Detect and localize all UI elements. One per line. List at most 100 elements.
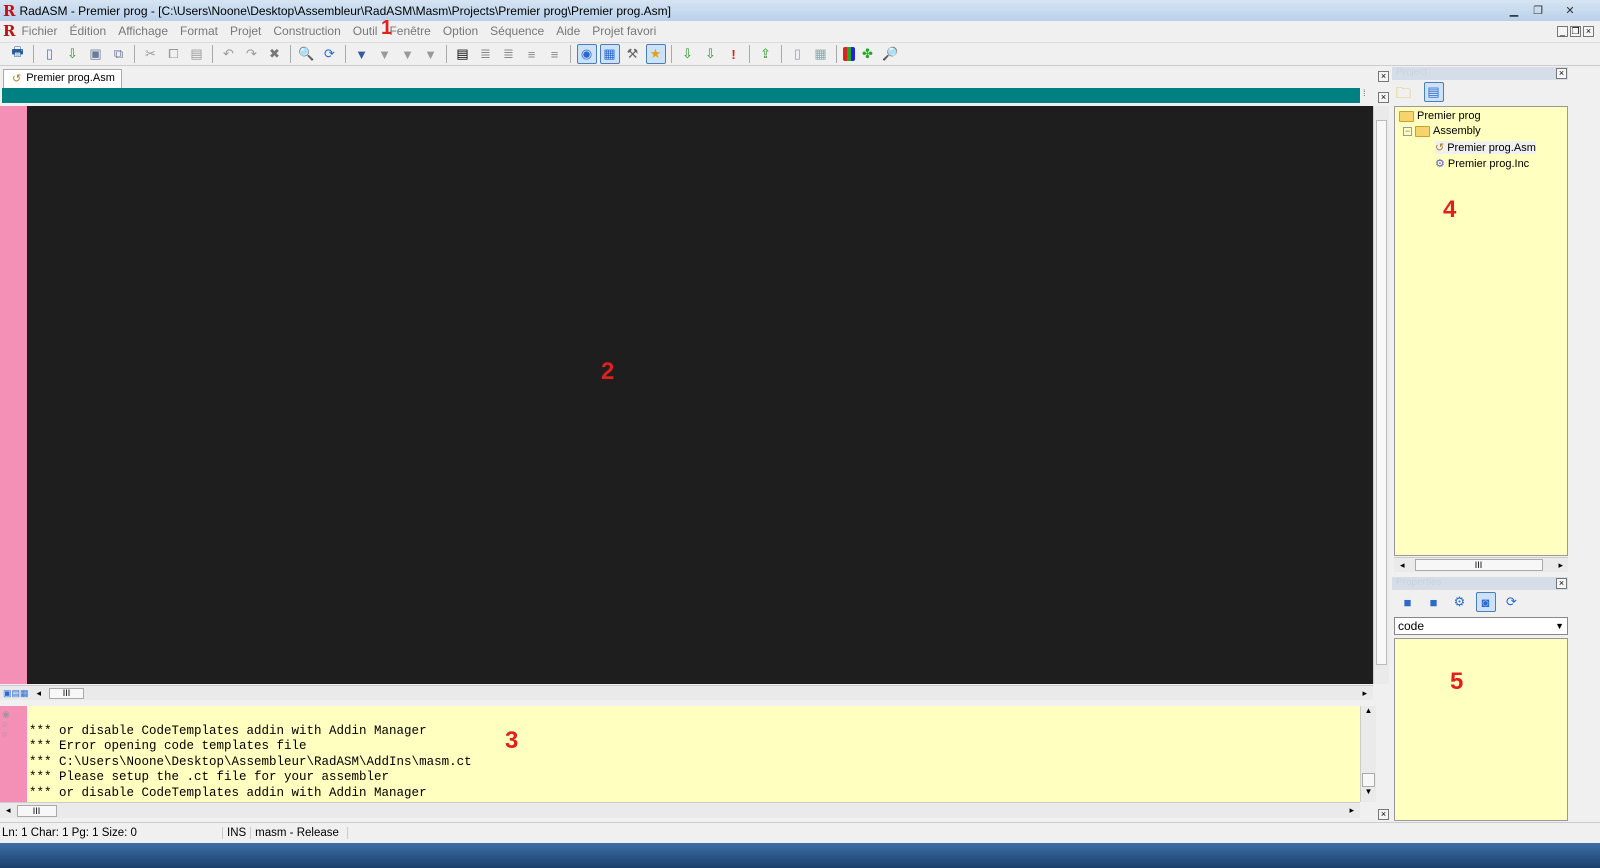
menu-edition[interactable]: Édition: [63, 24, 112, 38]
output-line: *** or disable CodeTemplates addin with …: [29, 785, 427, 800]
properties-list[interactable]: [1394, 638, 1568, 821]
print-icon[interactable]: 🖶: [8, 44, 28, 64]
taskbar: [0, 843, 1600, 868]
tree-horizontal-scrollbar[interactable]: ◂ III ▸: [1394, 557, 1568, 572]
editor-vertical-scrollbar[interactable]: [1373, 106, 1389, 684]
delete-icon[interactable]: ✖: [265, 44, 285, 64]
output-window-icon[interactable]: ▯: [788, 44, 808, 64]
editor-horizontal-scrollbar[interactable]: ▣▤▦ ◂ III ▸: [0, 685, 1373, 700]
close-button[interactable]: ✕: [1550, 2, 1590, 19]
mdi-minimize-button[interactable]: _: [1557, 25, 1568, 37]
copy-icon[interactable]: ⧠: [164, 44, 184, 64]
maximize-button[interactable]: ❐: [1526, 2, 1550, 19]
cut-icon[interactable]: ✂: [141, 44, 161, 64]
open-file-icon[interactable]: ⇩: [63, 44, 83, 64]
project-panel-header: Project: [1392, 67, 1568, 80]
output-tab-radios[interactable]: ◉ ○ ○: [2, 709, 10, 739]
output-line: *** or disable CodeTemplates addin with …: [29, 723, 427, 738]
calculator-icon[interactable]: ▦: [811, 44, 831, 64]
run-icon[interactable]: !: [724, 44, 744, 64]
annotation-3: 3: [505, 727, 519, 754]
color-icon[interactable]: [842, 47, 855, 61]
current-file-icon[interactable]: ◙: [1475, 592, 1496, 612]
mdi-close-button[interactable]: ×: [1583, 25, 1594, 37]
menu-construction[interactable]: Construction: [267, 24, 346, 38]
bookmark-prev-icon[interactable]: ▼: [398, 44, 418, 64]
inc-file-icon: ⚙: [1435, 158, 1445, 170]
annotation-2: 2: [601, 358, 615, 385]
menu-option[interactable]: Option: [437, 24, 484, 38]
properties-type-select[interactable]: code ▼: [1394, 617, 1568, 635]
menu-projet-favori[interactable]: Projet favori: [586, 24, 662, 38]
output-vertical-scrollbar[interactable]: ▲ ▼: [1360, 706, 1376, 802]
build-icon[interactable]: ⇩: [701, 44, 721, 64]
properties-icon[interactable]: ▦: [599, 44, 620, 64]
undo-icon[interactable]: ↶: [219, 44, 239, 64]
menu-aide[interactable]: Aide: [550, 24, 586, 38]
app-menu-icon[interactable]: R: [3, 22, 15, 40]
save-all-icon[interactable]: ⧉: [109, 44, 129, 64]
bookmark-next-icon[interactable]: ▼: [375, 44, 395, 64]
preview-icon[interactable]: 🔎: [881, 44, 901, 64]
menu-outil[interactable]: Outil: [347, 24, 384, 38]
minimize-button[interactable]: ▁: [1502, 2, 1526, 19]
tree-node-assembly[interactable]: − Assembly: [1403, 125, 1481, 137]
menu-bar: R Fichier Édition Affichage Format Proje…: [0, 21, 1600, 41]
code-type-icon[interactable]: ■: [1398, 592, 1418, 612]
annotation-4: 4: [1443, 196, 1457, 223]
close-editor-button[interactable]: ×: [1378, 92, 1389, 103]
mdi-restore-button[interactable]: ❐: [1570, 25, 1581, 37]
output-horizontal-scrollbar[interactable]: ◂ III ▸: [0, 802, 1360, 818]
replace-icon[interactable]: ⟳: [320, 44, 340, 64]
assemble-icon[interactable]: ⇩: [678, 44, 698, 64]
node-label: Premier prog: [1417, 110, 1481, 122]
collapse-icon[interactable]: −: [1403, 126, 1412, 136]
indent-icon[interactable]: ≣: [476, 44, 496, 64]
tree-node-file-inc[interactable]: ⚙ Premier prog.Inc: [1435, 157, 1529, 171]
save-icon[interactable]: ▣: [86, 44, 106, 64]
project-browser-icon[interactable]: ◉: [576, 44, 597, 64]
tab-premier-prog-asm[interactable]: ↺ Premier prog.Asm: [3, 69, 122, 88]
code-block-bar: [2, 88, 1360, 103]
find-icon[interactable]: 🔍: [297, 44, 317, 64]
open-folder-icon[interactable]: 🗀: [1396, 83, 1411, 108]
app-logo-icon: R: [3, 1, 16, 20]
menu-fichier[interactable]: Fichier: [15, 24, 63, 38]
go-icon[interactable]: ⇪: [756, 44, 776, 64]
folder-icon: [1415, 125, 1430, 137]
paste-icon[interactable]: ▤: [187, 44, 207, 64]
tools-icon[interactable]: ⚒: [623, 44, 643, 64]
bookmark-toggle-icon[interactable]: ▼: [352, 44, 372, 64]
menu-sequence[interactable]: Séquence: [484, 24, 550, 38]
uncomment-icon[interactable]: ≡: [545, 44, 565, 64]
menu-affichage[interactable]: Affichage: [112, 24, 174, 38]
output-line: *** C:\Users\Noone\Desktop\Assembleur\Ra…: [29, 754, 472, 769]
redo-icon[interactable]: ↷: [242, 44, 262, 64]
close-project-panel-button[interactable]: ×: [1556, 68, 1567, 79]
bookmark-clear-icon[interactable]: ▼: [421, 44, 441, 64]
window-title: RadASM - Premier prog - [C:\Users\Noone\…: [19, 3, 672, 18]
view-mode-icon[interactable]: ▣▤▦: [3, 688, 29, 699]
close-tab-button[interactable]: ×: [1378, 71, 1389, 82]
output-line: *** Error opening code templates file: [29, 739, 307, 754]
split-handle[interactable]: ⁞: [1363, 88, 1366, 98]
file-view-icon[interactable]: ▤: [1423, 82, 1444, 102]
proc-type-icon[interactable]: ⚙: [1450, 592, 1470, 612]
comment-icon[interactable]: ≡: [522, 44, 542, 64]
addin-icon[interactable]: ✤: [858, 44, 878, 64]
refresh-icon[interactable]: ⟳: [1502, 592, 1522, 612]
node-label: Premier prog.Asm: [1447, 141, 1536, 154]
menu-projet[interactable]: Projet: [224, 24, 267, 38]
new-file-icon[interactable]: ▯: [40, 44, 60, 64]
code-editor[interactable]: [0, 106, 1373, 684]
tree-node-project[interactable]: Premier prog: [1399, 110, 1481, 122]
block-icon[interactable]: ▤: [453, 44, 473, 64]
outdent-icon[interactable]: ≣: [499, 44, 519, 64]
title-bar: R RadASM - Premier prog - [C:\Users\Noon…: [0, 0, 1600, 21]
close-properties-panel-button[interactable]: ×: [1556, 578, 1567, 589]
favorites-icon[interactable]: ★: [645, 44, 666, 64]
tree-node-file-asm[interactable]: ↺ Premier prog.Asm: [1435, 141, 1536, 154]
data-type-icon[interactable]: ■: [1424, 592, 1444, 612]
menu-format[interactable]: Format: [174, 24, 224, 38]
close-output-button[interactable]: ×: [1378, 809, 1389, 820]
